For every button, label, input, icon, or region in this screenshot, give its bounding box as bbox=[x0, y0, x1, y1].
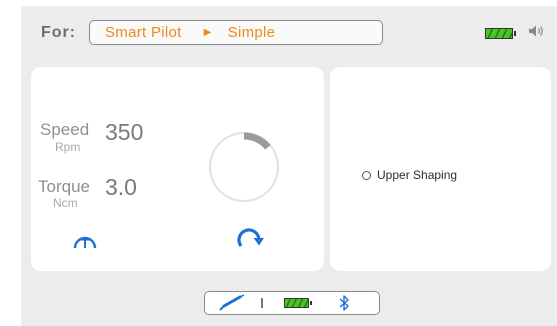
bluetooth-icon bbox=[339, 295, 349, 311]
for-label: For: bbox=[41, 24, 77, 41]
program-breadcrumb[interactable]: Smart Pilot ▶ Simple bbox=[89, 20, 383, 45]
breadcrumb-mode: Simple bbox=[227, 24, 276, 41]
mode-option-upper-shaping[interactable]: Upper Shaping bbox=[362, 168, 457, 182]
motor-settings-card: Speed Rpm 350 Torque Ncm 3.0 bbox=[31, 67, 324, 271]
torque-value[interactable]: 3.0 bbox=[105, 174, 137, 201]
speed-unit: Rpm bbox=[55, 140, 81, 154]
torque-label: Torque bbox=[38, 177, 90, 196]
speed-label: Speed bbox=[40, 120, 90, 139]
torque-unit: Ncm bbox=[53, 196, 78, 210]
device-screen: For: Smart Pilot ▶ Simple Speed Rpm 350 … bbox=[21, 6, 557, 326]
clockwise-rotation-icon[interactable] bbox=[235, 226, 265, 252]
handpiece-icon bbox=[219, 294, 245, 311]
torque-gauge-icon[interactable] bbox=[72, 231, 98, 251]
device-status-bar bbox=[204, 291, 380, 315]
battery-full-icon bbox=[485, 28, 516, 39]
status-divider bbox=[261, 298, 263, 308]
speaker-volume-icon[interactable] bbox=[528, 24, 546, 38]
mode-option-label: Upper Shaping bbox=[377, 168, 458, 182]
mode-list-card: Upper Shaping bbox=[330, 67, 551, 271]
speed-value[interactable]: 350 bbox=[105, 119, 143, 146]
torque-gauge bbox=[209, 132, 279, 202]
radio-button[interactable] bbox=[362, 170, 371, 180]
battery-full-icon bbox=[284, 298, 312, 308]
breadcrumb-program: Smart Pilot bbox=[105, 24, 182, 41]
triangle-right-icon: ▶ bbox=[203, 27, 212, 38]
